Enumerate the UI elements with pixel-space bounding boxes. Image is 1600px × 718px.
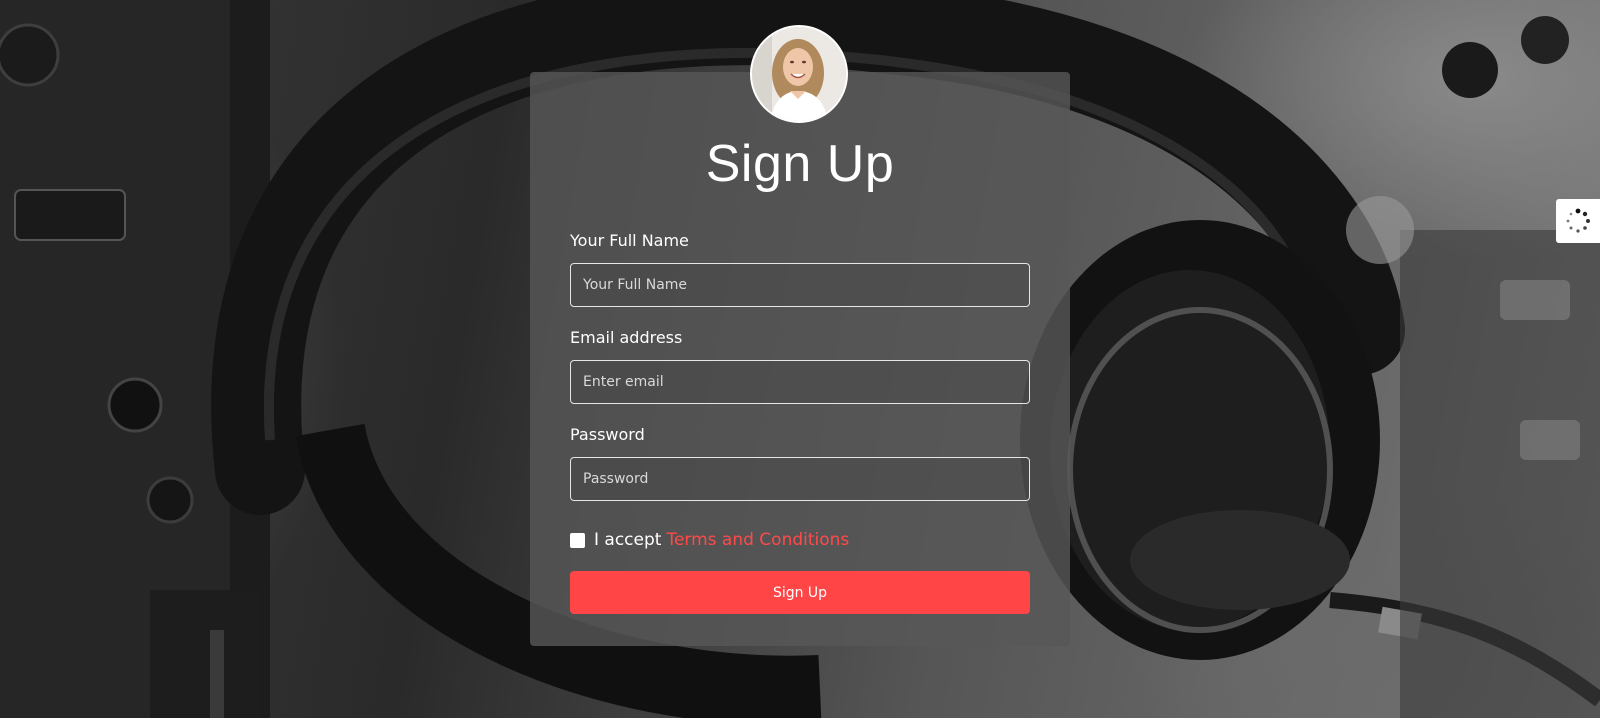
full-name-field[interactable] — [570, 263, 1030, 307]
spinner-icon — [1566, 208, 1590, 233]
email-field[interactable] — [570, 360, 1030, 404]
page-title: Sign Up — [705, 135, 895, 193]
password-label: Password — [570, 425, 645, 444]
sign-up-button[interactable]: Sign Up — [570, 571, 1030, 614]
avatar — [750, 25, 848, 123]
terms-row: I accept Terms and Conditions — [570, 529, 849, 551]
email-label: Email address — [570, 328, 683, 347]
terms-link[interactable]: Terms and Conditions — [666, 529, 849, 551]
full-name-label: Your Full Name — [570, 231, 689, 250]
loader-widget[interactable] — [1556, 199, 1600, 243]
terms-label: I accept — [594, 530, 662, 550]
password-field[interactable] — [570, 457, 1030, 501]
terms-checkbox[interactable] — [570, 532, 585, 548]
user-avatar-photo-icon — [752, 27, 846, 121]
